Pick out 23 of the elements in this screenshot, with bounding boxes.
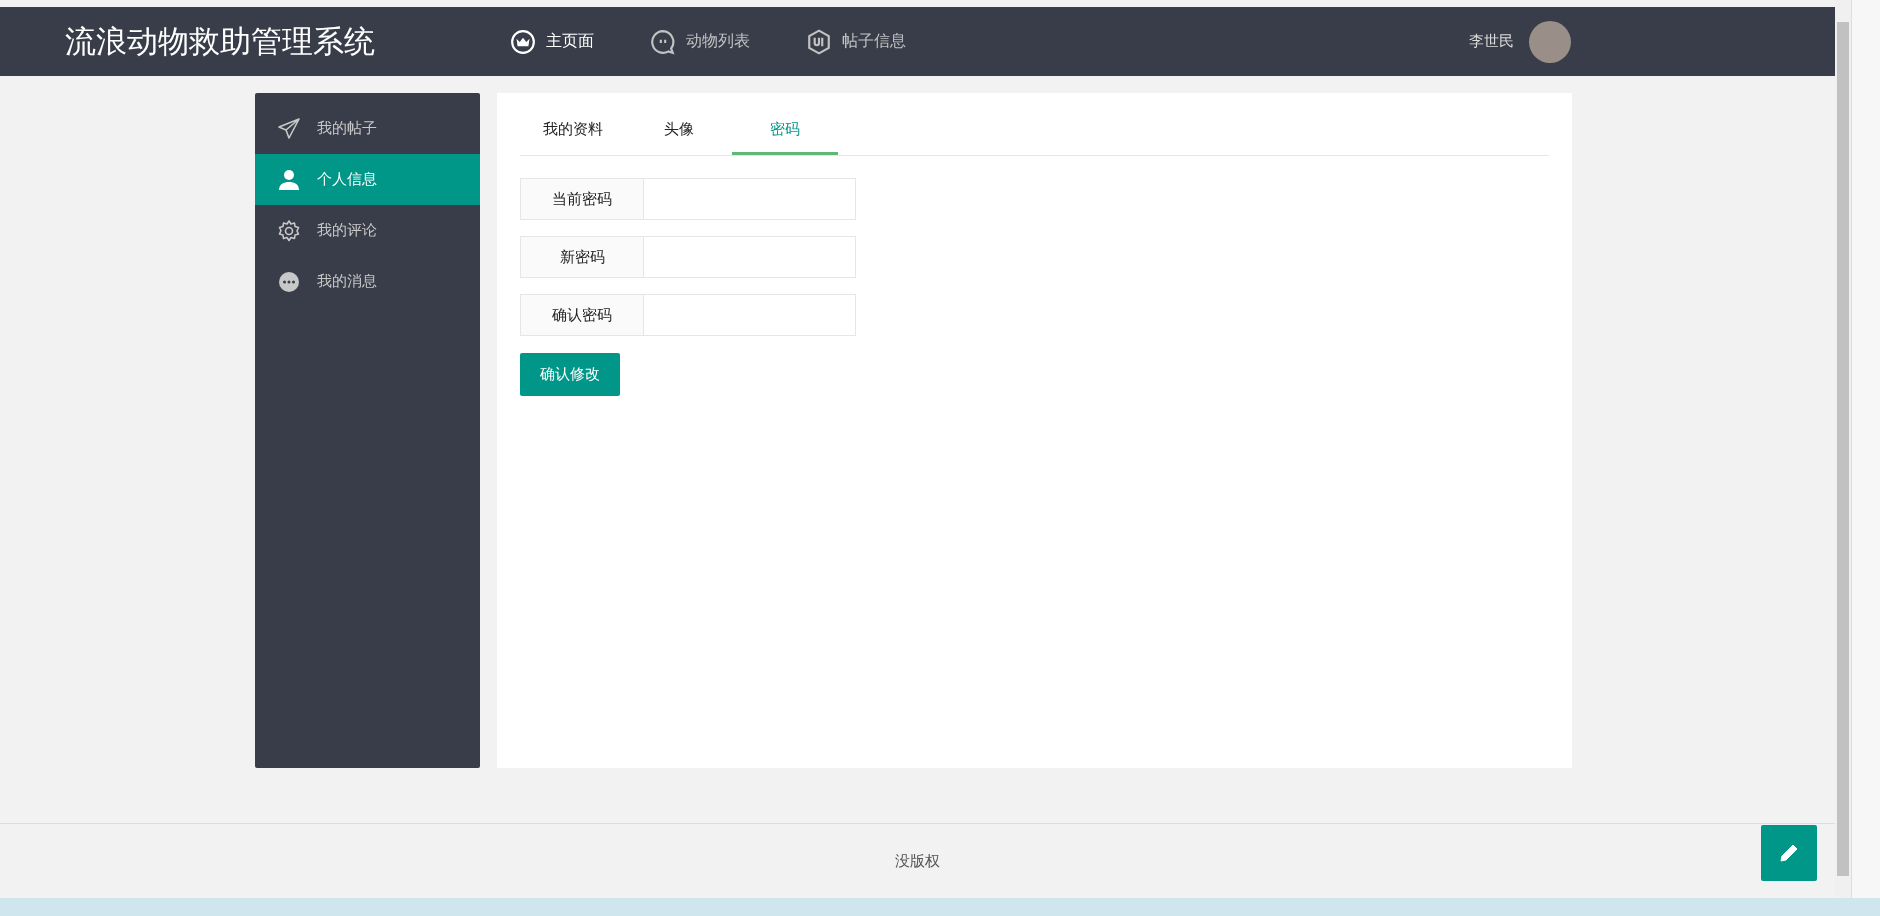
speech-bubble-icon (277, 269, 301, 294)
user-name[interactable]: 李世民 (1469, 32, 1514, 51)
nav-link[interactable]: 帖子信息 (806, 28, 906, 55)
nav-link[interactable]: 动物列表 (650, 28, 750, 55)
submit-button[interactable]: 确认修改 (520, 353, 620, 396)
nav-link[interactable]: 主页面 (510, 28, 594, 55)
edit-button[interactable] (1761, 825, 1817, 881)
gear-icon (277, 218, 301, 243)
site-title: 流浪动物救助管理系统 (65, 21, 376, 61)
footer-text: 没版权 (895, 851, 940, 871)
sidebar-item[interactable]: 我的帖子 (255, 103, 480, 154)
paper-plane-icon (277, 116, 301, 141)
tab[interactable]: 头像 (626, 108, 732, 155)
avatar-circle[interactable] (1529, 20, 1571, 63)
sidebar-item[interactable]: 个人信息 (255, 154, 480, 205)
hexagon-icon (806, 28, 832, 55)
tab[interactable]: 我的资料 (520, 108, 626, 155)
chat-bubble-icon (650, 28, 676, 55)
sidebar-item[interactable]: 我的评论 (255, 205, 480, 256)
person-icon (277, 167, 301, 192)
tab[interactable]: 密码 (732, 108, 838, 155)
sidebar-item[interactable]: 我的消息 (255, 256, 480, 307)
crown-icon (510, 28, 536, 55)
